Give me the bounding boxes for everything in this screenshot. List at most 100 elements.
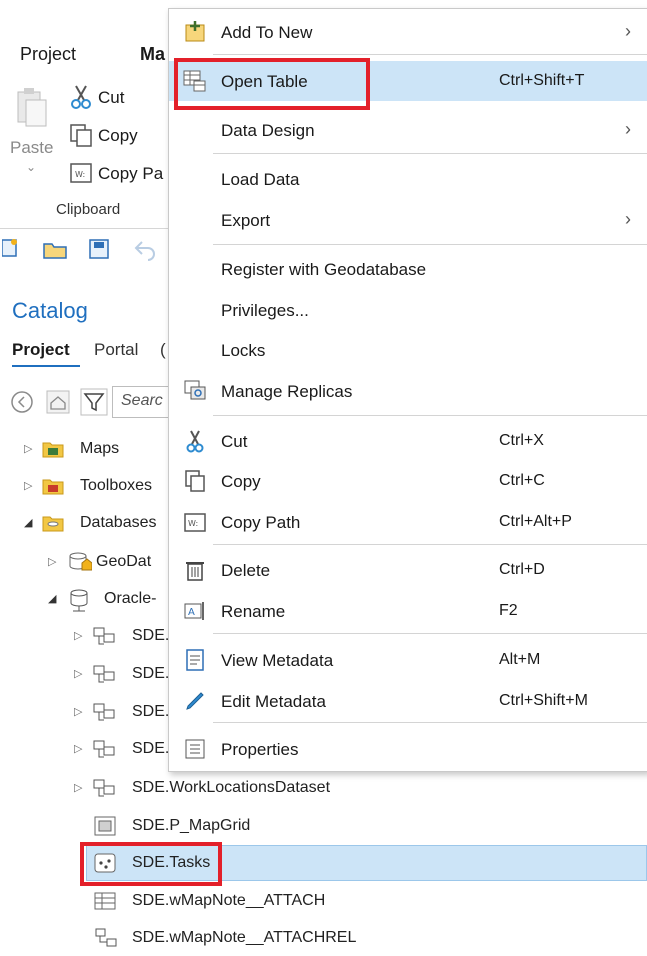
undo-icon[interactable] bbox=[134, 241, 155, 261]
expand-icon[interactable]: ▷ bbox=[74, 694, 82, 730]
copy-path-button[interactable]: Copy Pa bbox=[98, 164, 163, 184]
menu-item-label: Copy bbox=[221, 472, 261, 491]
menu-item-view-metadata[interactable]: View Metadata Alt+M bbox=[169, 640, 647, 680]
open-project-icon[interactable] bbox=[43, 243, 67, 259]
menu-item-label: Copy Path bbox=[221, 513, 301, 532]
menu-item-shortcut: Ctrl+Shift+T bbox=[499, 72, 585, 89]
search-input[interactable]: Searc bbox=[112, 386, 174, 418]
tree-item-feature-dataset[interactable]: ▷ SDE. bbox=[0, 656, 169, 692]
tree-item-oracle-connection[interactable]: ◢ Oracle- bbox=[0, 581, 168, 617]
menu-item-copy-path[interactable]: W: Copy Path Ctrl+Alt+P bbox=[169, 502, 647, 542]
active-tab-underline bbox=[12, 365, 80, 367]
expand-icon[interactable]: ▷ bbox=[74, 656, 82, 692]
tree-item-feature-dataset[interactable]: ▷ SDE. bbox=[0, 618, 169, 654]
expand-icon[interactable]: ▷ bbox=[24, 468, 32, 504]
filter-icon[interactable] bbox=[80, 388, 108, 416]
menu-item-edit-metadata[interactable]: Edit Metadata Ctrl+Shift+M bbox=[169, 681, 647, 721]
ribbon-tab-project[interactable]: Project bbox=[20, 44, 76, 65]
paste-icon[interactable] bbox=[14, 86, 50, 130]
expand-icon[interactable]: ▷ bbox=[74, 770, 82, 806]
quick-access-toolbar bbox=[2, 239, 155, 261]
tree-item-p-mapgrid[interactable]: SDE.P_MapGrid bbox=[0, 808, 647, 844]
menu-item-label: Register with Geodatabase bbox=[221, 260, 427, 279]
menu-item-label: Manage Replicas bbox=[221, 382, 353, 401]
menu-separator bbox=[213, 54, 647, 55]
tree-item-geodatabase[interactable]: ▷ GeoDat bbox=[0, 544, 168, 580]
database-connection-icon bbox=[70, 589, 88, 612]
menu-item-label: Edit Metadata bbox=[221, 692, 326, 711]
tab-project[interactable]: Project bbox=[12, 340, 70, 360]
menu-item-shortcut: F2 bbox=[499, 602, 518, 619]
svg-text:W:: W: bbox=[75, 170, 85, 179]
menu-separator bbox=[213, 244, 647, 245]
expand-icon[interactable]: ▷ bbox=[24, 431, 32, 467]
tree-item-label: GeoDat bbox=[96, 553, 152, 570]
paste-dropdown-chevron-icon[interactable]: ⌄ bbox=[26, 160, 36, 174]
menu-item-shortcut: Ctrl+X bbox=[499, 432, 544, 449]
new-project-icon[interactable] bbox=[2, 239, 17, 257]
save-project-icon[interactable] bbox=[89, 239, 109, 259]
expand-icon[interactable]: ▷ bbox=[74, 618, 82, 654]
menu-item-rename[interactable]: A Rename F2 bbox=[169, 591, 647, 631]
copy-path-icon: W: bbox=[184, 513, 206, 532]
menu-item-shortcut: Alt+M bbox=[499, 651, 541, 668]
tree-item-databases[interactable]: ◢ Databases bbox=[0, 505, 168, 541]
menu-item-locks[interactable]: Locks bbox=[169, 330, 647, 370]
tab-portal[interactable]: Portal bbox=[94, 340, 138, 360]
collapse-icon[interactable]: ◢ bbox=[48, 581, 56, 617]
menu-item-shortcut: Ctrl+C bbox=[499, 472, 545, 489]
trash-icon bbox=[186, 562, 204, 581]
copy-path-icon: W: bbox=[70, 163, 92, 183]
scissors-icon bbox=[71, 85, 91, 109]
menu-item-label: Load Data bbox=[221, 170, 300, 189]
scissors-icon bbox=[186, 430, 204, 453]
properties-icon bbox=[185, 739, 205, 759]
pencil-icon bbox=[186, 692, 204, 710]
tab-favorites[interactable]: ( bbox=[160, 340, 166, 360]
menu-item-delete[interactable]: Delete Ctrl+D bbox=[169, 550, 647, 590]
tree-item-label: Databases bbox=[80, 514, 157, 531]
toolboxes-folder-icon bbox=[42, 479, 64, 495]
ribbon-tab-map[interactable]: Ma bbox=[140, 44, 165, 65]
menu-item-data-design[interactable]: Data Design › bbox=[169, 110, 647, 150]
tree-item-attachrel[interactable]: SDE.wMapNote__ATTACHREL bbox=[0, 920, 647, 956]
menu-item-add-to-new[interactable]: Add To New › bbox=[169, 12, 647, 52]
expand-icon[interactable]: ▷ bbox=[74, 731, 82, 767]
svg-text:W:: W: bbox=[188, 519, 198, 528]
menu-item-cut[interactable]: Cut Ctrl+X bbox=[169, 421, 647, 461]
feature-dataset-icon bbox=[93, 703, 115, 721]
polygon-feature-class-icon bbox=[94, 816, 116, 836]
menu-item-manage-replicas[interactable]: Manage Replicas bbox=[169, 371, 647, 411]
back-arrow-icon[interactable] bbox=[10, 390, 34, 414]
menu-item-load-data[interactable]: Load Data bbox=[169, 159, 647, 199]
collapse-icon[interactable]: ◢ bbox=[24, 505, 32, 541]
tree-item-maps[interactable]: ▷ Maps bbox=[0, 431, 168, 467]
tree-item-toolboxes[interactable]: ▷ Toolboxes bbox=[0, 468, 168, 504]
expand-icon[interactable]: ▷ bbox=[48, 544, 56, 580]
menu-separator bbox=[213, 153, 647, 154]
menu-item-privileges[interactable]: Privileges... bbox=[169, 290, 647, 330]
submenu-arrow-icon: › bbox=[625, 209, 631, 229]
menu-item-label: Privileges... bbox=[221, 301, 309, 320]
menu-item-label: Data Design bbox=[221, 121, 315, 140]
tree-item-attach-table[interactable]: SDE.wMapNote__ATTACH bbox=[0, 883, 647, 919]
ribbon-divider bbox=[0, 228, 175, 229]
tree-item-label: SDE. bbox=[132, 740, 170, 757]
paste-button[interactable]: Paste bbox=[10, 138, 53, 158]
home-icon[interactable] bbox=[46, 390, 70, 414]
add-to-new-icon bbox=[185, 21, 205, 42]
submenu-arrow-icon: › bbox=[625, 119, 631, 139]
tree-item-worklocations-dataset[interactable]: ▷ SDE.WorkLocationsDataset bbox=[0, 770, 647, 806]
menu-item-properties[interactable]: Properties bbox=[169, 729, 647, 769]
catalog-title: Catalog bbox=[12, 298, 88, 323]
cut-button[interactable]: Cut bbox=[98, 88, 124, 108]
copy-button[interactable]: Copy bbox=[98, 126, 138, 146]
menu-item-label: Cut bbox=[221, 432, 248, 451]
tree-item-feature-dataset[interactable]: ▷ SDE. bbox=[0, 731, 170, 767]
menu-item-register-with-geodatabase[interactable]: Register with Geodatabase bbox=[169, 249, 647, 289]
menu-item-copy[interactable]: Copy Ctrl+C bbox=[169, 461, 647, 501]
tree-item-label: Oracle- bbox=[104, 590, 157, 607]
tree-item-label: Toolboxes bbox=[80, 477, 153, 494]
menu-item-export[interactable]: Export › bbox=[169, 200, 647, 240]
tree-item-feature-dataset[interactable]: ▷ SDE. bbox=[0, 694, 169, 730]
